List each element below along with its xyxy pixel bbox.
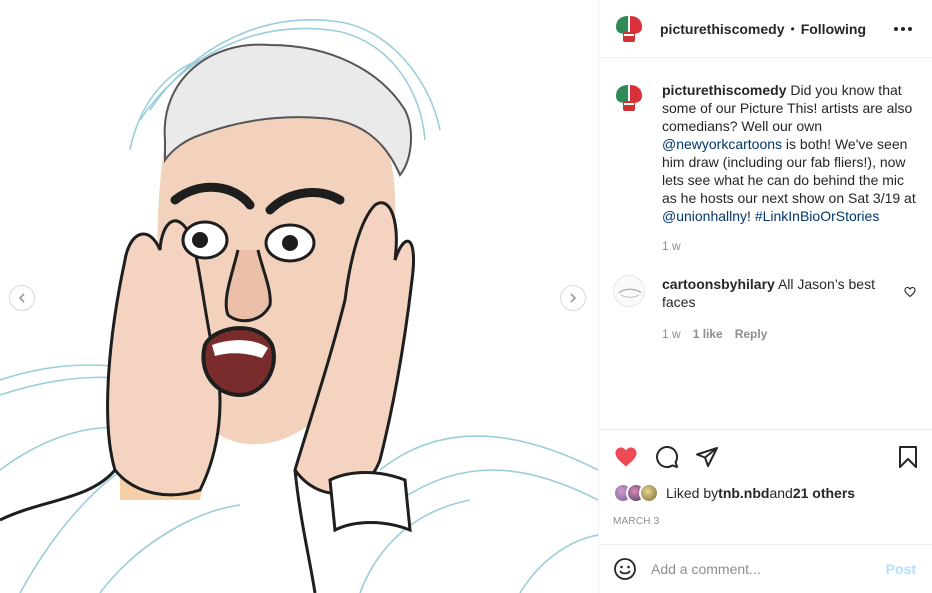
add-comment-input[interactable] [651, 561, 886, 577]
paper-plane-icon [696, 447, 718, 467]
caption-text: picturethiscomedy Did you know that some… [662, 81, 917, 225]
emoji-button[interactable] [613, 557, 637, 581]
chevron-right-icon [570, 293, 577, 303]
more-options-button[interactable] [890, 23, 916, 35]
post-comment-button[interactable]: Post [886, 561, 916, 577]
previous-image-button[interactable] [9, 285, 35, 311]
more-dot [908, 26, 912, 31]
caption-username[interactable]: picturethiscomedy [662, 82, 786, 98]
comment-bubble-icon [656, 446, 679, 468]
liker-username[interactable]: tnb.nbd [718, 485, 769, 501]
following-button[interactable]: Following [801, 21, 866, 37]
liker-avatars[interactable] [613, 483, 659, 503]
like-button[interactable] [613, 445, 639, 469]
cartoon-illustration [0, 19, 598, 593]
heart-outline-icon [904, 286, 916, 298]
comments-section[interactable]: picturethiscomedy Did you know that some… [599, 59, 932, 429]
more-dot [901, 26, 905, 31]
heart-filled-icon [615, 447, 637, 467]
bookmark-icon [899, 446, 917, 468]
likes-summary: Liked by tnb.nbd and 21 others [613, 483, 918, 503]
comment-username[interactable]: cartoonsbyhilary [662, 276, 775, 292]
caption-avatar[interactable] [613, 82, 645, 114]
brand-logo-icon [613, 12, 645, 45]
post-actions: Liked by tnb.nbd and 21 others MARCH 3 [599, 429, 932, 527]
reply-button[interactable]: Reply [735, 327, 768, 341]
emoji-smile-icon [614, 558, 636, 580]
likes-others-link[interactable]: 21 others [793, 485, 855, 501]
comment-button[interactable] [655, 445, 679, 469]
separator-dot: • [790, 21, 795, 36]
post-header: picturethiscomedy • Following [599, 0, 932, 58]
comment-text: cartoonsbyhilary All Jason’s best faces [662, 275, 890, 311]
post-media[interactable] [0, 0, 598, 593]
next-image-button[interactable] [560, 285, 586, 311]
comment-age[interactable]: 1 w [662, 327, 681, 341]
comment-meta: 1 w 1 like Reply [662, 327, 890, 341]
save-button[interactable] [898, 445, 918, 469]
author-username[interactable]: picturethiscomedy [660, 21, 784, 37]
caption: picturethiscomedy Did you know that some… [613, 81, 916, 253]
caption-age[interactable]: 1 w [662, 239, 917, 253]
sketch-avatar-icon [614, 276, 644, 306]
mention-link[interactable]: @unionhallny [662, 208, 747, 224]
share-button[interactable] [695, 445, 719, 469]
caption-text-part: ! [747, 208, 755, 224]
chevron-left-icon [18, 293, 25, 303]
add-comment-bar: Post [599, 544, 932, 593]
commenter-avatar[interactable] [613, 275, 645, 307]
liker-avatar [639, 483, 659, 503]
mention-link[interactable]: @newyorkcartoons [662, 136, 782, 152]
post-date[interactable]: MARCH 3 [613, 516, 918, 527]
instagram-post-modal: picturethiscomedy • Following picturethi… [0, 0, 932, 593]
action-icons-row [613, 442, 918, 472]
brand-logo-icon [613, 82, 645, 114]
more-horizontal-icon [894, 26, 898, 31]
comment-likes[interactable]: 1 like [693, 327, 723, 341]
author-avatar[interactable] [613, 12, 645, 45]
comment-item: cartoonsbyhilary All Jason’s best faces … [613, 275, 916, 341]
post-side-panel: picturethiscomedy • Following picturethi… [598, 0, 932, 593]
hashtag-link[interactable]: #LinkInBioOrStories [755, 208, 880, 224]
likes-middle: and [769, 485, 793, 501]
likes-prefix: Liked by [666, 485, 719, 501]
comment-like-button[interactable] [904, 285, 916, 301]
